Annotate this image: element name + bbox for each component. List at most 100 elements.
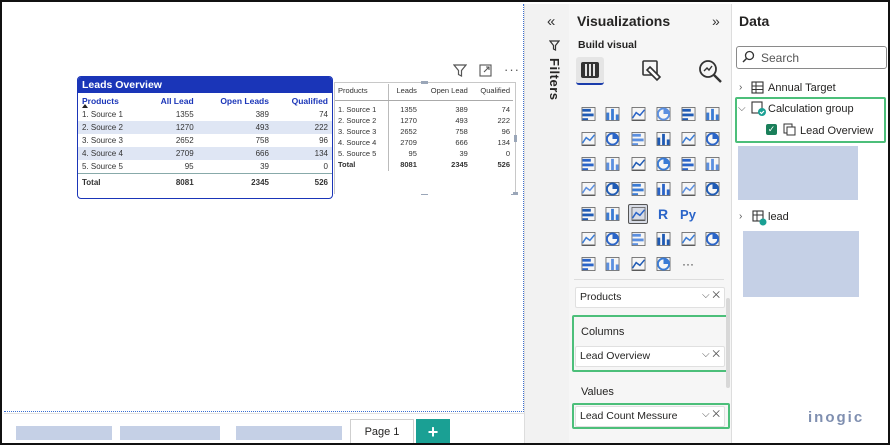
focus-mode-icon[interactable] xyxy=(479,64,492,80)
line-clustered-column-icon[interactable] xyxy=(678,129,698,149)
r-visual-icon[interactable]: R xyxy=(653,204,673,224)
kpi-icon[interactable] xyxy=(578,204,598,224)
column-header-open-lead[interactable]: Open Lead xyxy=(419,84,471,101)
100-stacked-bar-icon[interactable] xyxy=(678,104,698,124)
filled-map-icon[interactable] xyxy=(602,179,622,199)
paginated-report-icon[interactable] xyxy=(653,229,673,249)
page-tab-placeholder[interactable] xyxy=(236,426,342,440)
column-header-leads[interactable]: Leads xyxy=(387,84,420,101)
analytics-tab[interactable] xyxy=(696,57,724,85)
filter-icon[interactable] xyxy=(452,64,468,80)
leads-overview-visual[interactable]: Leads Overview Products All Lead Open Le… xyxy=(77,76,333,199)
python-visual-icon[interactable]: Py xyxy=(678,204,698,224)
build-visual-tab[interactable] xyxy=(576,57,604,85)
resize-handle-right[interactable] xyxy=(514,135,517,142)
line-chart-icon[interactable] xyxy=(578,129,598,149)
key-influencers-icon[interactable] xyxy=(578,229,598,249)
stacked-area-icon[interactable] xyxy=(628,129,648,149)
qa-icon-glyph xyxy=(631,232,645,246)
key-influencers-icon-glyph xyxy=(581,232,595,246)
stacked-bar-chart-icon[interactable] xyxy=(578,104,598,124)
report-canvas[interactable] xyxy=(4,4,524,412)
field-chevron-close-icon[interactable]: ⌵ ✕ xyxy=(702,290,720,301)
column-header-products[interactable]: Products xyxy=(335,84,389,101)
format-visual-tab[interactable] xyxy=(638,57,666,85)
filled-map-icon-glyph xyxy=(605,182,619,196)
diamond-visual-icon[interactable] xyxy=(628,254,648,274)
clustered-column-chart-icon[interactable] xyxy=(653,104,673,124)
decomposition-tree-icon[interactable] xyxy=(602,229,622,249)
line-clustered-column-icon-glyph xyxy=(681,132,695,146)
chevron-down-icon[interactable]: ⌵ xyxy=(738,103,746,114)
trophy-icon[interactable] xyxy=(678,229,698,249)
funnel-chart-icon[interactable] xyxy=(602,154,622,174)
page-tab-page-1[interactable]: Page 1 xyxy=(350,419,414,443)
more-options-icon[interactable]: ··· xyxy=(504,62,520,77)
line-column-icon[interactable] xyxy=(653,129,673,149)
pie-chart-icon-glyph xyxy=(656,157,670,171)
card-icon-glyph xyxy=(681,182,695,196)
qa-icon[interactable] xyxy=(628,229,648,249)
stacked-column-chart-icon[interactable] xyxy=(602,104,622,124)
power-apps-icon[interactable] xyxy=(578,254,598,274)
ribbon-chart-icon[interactable] xyxy=(702,129,722,149)
inogic-logo: inogic xyxy=(808,409,865,426)
more-visuals-icon[interactable]: ··· xyxy=(678,254,698,274)
gauge-icon[interactable] xyxy=(653,179,673,199)
column-header-open-leads[interactable]: Open Leads xyxy=(198,93,273,108)
data-placeholder-block xyxy=(738,146,858,200)
stacked-area-icon-glyph xyxy=(631,132,645,146)
stacked-bar-chart-icon-glyph xyxy=(581,107,595,121)
table-icon[interactable] xyxy=(602,204,622,224)
table-row: 5. Source 5 95 39 0 xyxy=(82,161,328,171)
card-icon[interactable] xyxy=(678,179,698,199)
values-well-label: Values xyxy=(581,386,614,398)
filter-pane-icon xyxy=(548,40,561,54)
tree-item-annual-target[interactable]: Annual Target xyxy=(768,82,836,94)
chevron-right-icon[interactable]: › xyxy=(739,211,742,222)
matrix-icon[interactable] xyxy=(628,204,648,224)
leads-table-visual[interactable]: Products Leads Open Lead Qualified 1. So… xyxy=(335,84,513,194)
search-placeholder: Search xyxy=(761,51,800,65)
treemap-icon[interactable] xyxy=(702,154,722,174)
collapse-filters-icon[interactable]: « xyxy=(547,13,555,30)
page-tab-placeholder[interactable] xyxy=(16,426,112,440)
tree-item-lead-overview[interactable]: Lead Overview xyxy=(800,125,873,137)
area-chart-icon[interactable] xyxy=(602,129,622,149)
add-page-button[interactable]: + xyxy=(416,419,450,443)
scatter-chart-icon[interactable] xyxy=(628,154,648,174)
donut-chart-icon[interactable] xyxy=(678,154,698,174)
table-row: 4. Source 4 2709 666 134 xyxy=(78,147,332,160)
tree-item-calculation-group[interactable]: Calculation group xyxy=(768,103,854,115)
waterfall-chart-icon[interactable] xyxy=(578,154,598,174)
column-header-products[interactable]: Products xyxy=(78,93,143,108)
table-row: 3. Source 3 2652 758 96 xyxy=(82,135,328,145)
multi-row-card-icon[interactable] xyxy=(702,179,722,199)
column-header-all-lead[interactable]: All Lead xyxy=(143,93,198,108)
scatter-chart-icon-glyph xyxy=(631,157,645,171)
search-input[interactable] xyxy=(736,46,887,69)
arrows-visual-icon[interactable] xyxy=(653,254,673,274)
tree-item-lead[interactable]: lead xyxy=(768,211,789,223)
filters-label[interactable]: Filters xyxy=(542,58,562,118)
table-row: 1. Source 1 1355 389 74 xyxy=(335,100,513,116)
trophy-icon-glyph xyxy=(681,232,695,246)
column-header-qualified[interactable]: Qualified xyxy=(470,84,513,101)
azure-map-icon[interactable] xyxy=(628,179,648,199)
line-chart-icon-glyph xyxy=(581,132,595,146)
power-automate-icon[interactable] xyxy=(602,254,622,274)
pie-chart-icon[interactable] xyxy=(653,154,673,174)
column-header-qualified[interactable]: Qualified xyxy=(273,93,332,108)
map-icon[interactable] xyxy=(578,179,598,199)
chevron-right-icon[interactable]: › xyxy=(739,82,742,93)
viz-pane-scrollbar[interactable] xyxy=(726,298,730,388)
table-row: 2. Source 2 1270 493 222 xyxy=(338,115,510,127)
rows-well-field[interactable]: Products ⌵ ✕ xyxy=(575,287,725,308)
narrative-icon[interactable] xyxy=(702,229,722,249)
checkbox-checked-icon[interactable]: ✓ xyxy=(766,124,777,135)
columns-highlight-box xyxy=(572,315,730,372)
100-stacked-column-icon[interactable] xyxy=(702,104,722,124)
expand-visualizations-icon[interactable]: » xyxy=(712,13,720,29)
clustered-bar-chart-icon[interactable] xyxy=(628,104,648,124)
page-tab-placeholder[interactable] xyxy=(120,426,220,440)
